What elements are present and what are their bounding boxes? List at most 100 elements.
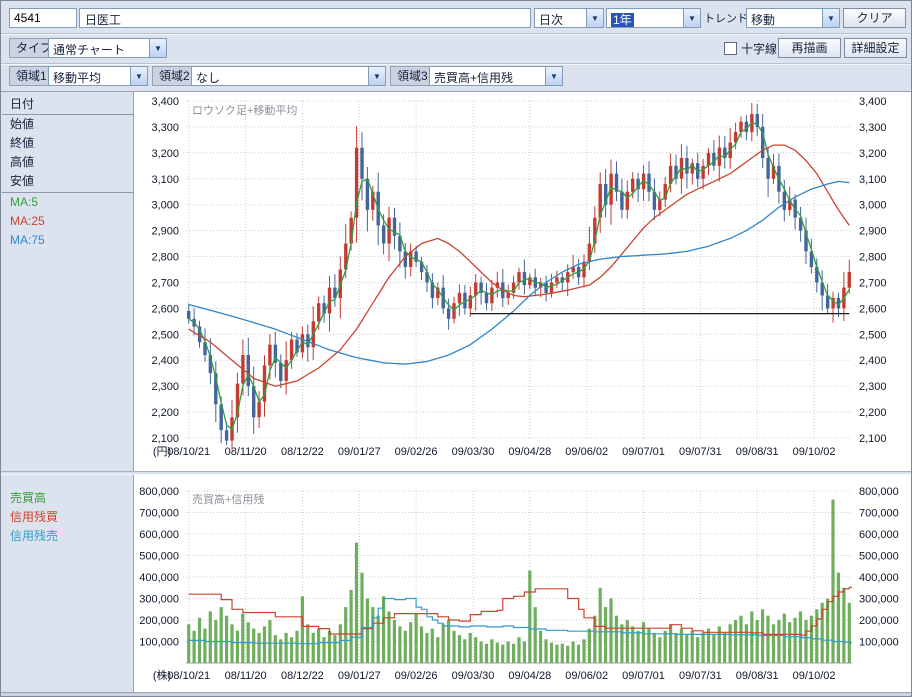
date-label: 日付 (2, 95, 133, 115)
area2-value: なし (192, 67, 368, 85)
svg-text:08/11/20: 08/11/20 (225, 670, 267, 682)
margin-sell-legend: 信用残売 (2, 527, 133, 546)
redraw-button[interactable]: 再描画 (778, 38, 841, 58)
crosshair-checkbox[interactable] (724, 42, 737, 55)
range-selected-text: 1年 (611, 13, 634, 27)
svg-text:2,600: 2,600 (859, 303, 887, 315)
volume-chart[interactable]: 100,000 100,000 200,000 200,000 300,000 300,0… (134, 475, 911, 692)
svg-text:3,100: 3,100 (151, 174, 179, 186)
svg-text:300,000: 300,000 (139, 594, 179, 606)
chevron-down-icon: ▼ (130, 67, 147, 85)
chevron-down-icon: ▼ (683, 9, 700, 27)
svg-text:3,100: 3,100 (859, 174, 887, 186)
svg-text:600,000: 600,000 (139, 529, 179, 541)
svg-text:09/07/31: 09/07/31 (679, 446, 722, 458)
svg-text:2,900: 2,900 (859, 226, 887, 238)
price-chart[interactable]: 2,1002,1002,2002,2002,3002,3002,4002,400… (134, 92, 911, 471)
svg-text:2,100: 2,100 (859, 433, 887, 445)
margin-buy-legend: 信用残買 (2, 508, 133, 527)
svg-text:200,000: 200,000 (139, 615, 179, 627)
area2-label: 領域2 (152, 66, 197, 86)
svg-text:08/10/21: 08/10/21 (167, 670, 210, 682)
svg-text:3,200: 3,200 (151, 148, 179, 160)
svg-text:3,300: 3,300 (151, 122, 179, 134)
chevron-down-icon: ▼ (822, 9, 839, 27)
svg-text:400,000: 400,000 (859, 572, 899, 584)
ma5-legend: MA:5 (2, 193, 133, 212)
trend-line-select[interactable]: 移動 ▼ (746, 8, 840, 28)
toolbar-separator (1, 33, 911, 35)
svg-text:09/02/26: 09/02/26 (395, 446, 438, 458)
svg-text:3,200: 3,200 (859, 148, 887, 160)
svg-text:700,000: 700,000 (859, 508, 899, 520)
svg-text:09/01/27: 09/01/27 (338, 446, 381, 458)
ma25-legend: MA:25 (2, 212, 133, 231)
svg-text:2,200: 2,200 (151, 407, 179, 419)
chart-type-value: 通常チャート (49, 39, 149, 57)
chevron-down-icon: ▼ (368, 67, 385, 85)
svg-text:800,000: 800,000 (139, 486, 179, 498)
svg-text:09/10/02: 09/10/02 (793, 670, 836, 682)
volume-legend-group: 売買高 信用残買 信用残売 (2, 489, 133, 546)
svg-text:(円): (円) (153, 446, 171, 458)
close-label: 終値 (2, 134, 133, 153)
svg-text:09/06/02: 09/06/02 (565, 446, 608, 458)
svg-text:2,800: 2,800 (859, 252, 887, 264)
svg-text:400,000: 400,000 (139, 572, 179, 584)
stock-code-input[interactable] (9, 8, 77, 28)
svg-text:2,900: 2,900 (151, 226, 179, 238)
chevron-down-icon: ▼ (149, 39, 166, 57)
settings-button[interactable]: 詳細設定 (844, 38, 907, 58)
svg-text:09/04/28: 09/04/28 (508, 446, 551, 458)
svg-text:09/08/31: 09/08/31 (736, 670, 779, 682)
svg-text:08/10/21: 08/10/21 (167, 446, 210, 458)
svg-text:08/12/22: 08/12/22 (281, 446, 324, 458)
open-label: 始値 (2, 115, 133, 134)
clear-button[interactable]: クリア (843, 8, 906, 28)
svg-text:2,400: 2,400 (151, 355, 179, 367)
range-select[interactable]: 1年 ▼ (606, 8, 701, 28)
svg-text:09/07/01: 09/07/01 (622, 446, 665, 458)
high-label: 高値 (2, 153, 133, 172)
area3-label: 領域3 (390, 66, 435, 86)
svg-text:2,100: 2,100 (151, 433, 179, 445)
svg-text:09/01/27: 09/01/27 (338, 670, 381, 682)
area3-value: 売買高+信用残 (430, 67, 545, 85)
svg-text:100,000: 100,000 (139, 637, 179, 649)
chevron-down-icon: ▼ (545, 67, 562, 85)
ma75-legend: MA:75 (2, 231, 133, 250)
svg-text:2,300: 2,300 (859, 381, 887, 393)
svg-text:09/07/31: 09/07/31 (679, 670, 722, 682)
svg-text:2,800: 2,800 (151, 252, 179, 264)
area3-select[interactable]: 売買高+信用残 ▼ (429, 66, 563, 86)
panel-divider (1, 471, 911, 475)
svg-text:500,000: 500,000 (859, 551, 899, 563)
svg-text:3,400: 3,400 (151, 96, 179, 108)
frequency-select[interactable]: 日次 ▼ (534, 8, 604, 28)
svg-text:3,000: 3,000 (151, 200, 179, 212)
low-label: 安値 (2, 172, 133, 191)
chevron-down-icon: ▼ (586, 9, 603, 27)
area1-select[interactable]: 移動平均 ▼ (48, 66, 148, 86)
svg-text:2,500: 2,500 (859, 329, 887, 341)
svg-text:09/10/02: 09/10/02 (793, 446, 836, 458)
chart-app-window: 日医工 日次 ▼ 1年 ▼ トレンド線 移動 ▼ クリア タイプ 通常チャート … (0, 0, 912, 697)
svg-text:08/12/22: 08/12/22 (281, 670, 324, 682)
svg-text:200,000: 200,000 (859, 615, 899, 627)
svg-text:09/02/26: 09/02/26 (395, 670, 438, 682)
frequency-value: 日次 (535, 9, 586, 27)
svg-text:売買高+信用残: 売買高+信用残 (192, 492, 264, 506)
svg-text:(株): (株) (153, 668, 171, 682)
svg-text:09/04/28: 09/04/28 (508, 670, 551, 682)
svg-text:2,600: 2,600 (151, 303, 179, 315)
chart-type-select[interactable]: 通常チャート ▼ (48, 38, 167, 58)
svg-text:08/11/20: 08/11/20 (225, 446, 267, 458)
svg-text:2,700: 2,700 (151, 278, 179, 290)
svg-text:100,000: 100,000 (859, 637, 899, 649)
area2-select[interactable]: なし ▼ (191, 66, 386, 86)
data-sidebar: 日付 始値 終値 高値 安値 MA:5 MA:25 MA:75 売買高 信用残買… (2, 92, 134, 692)
svg-text:300,000: 300,000 (859, 594, 899, 606)
svg-text:3,000: 3,000 (859, 200, 887, 212)
stock-name-field: 日医工 (79, 8, 531, 28)
svg-text:2,400: 2,400 (859, 355, 887, 367)
